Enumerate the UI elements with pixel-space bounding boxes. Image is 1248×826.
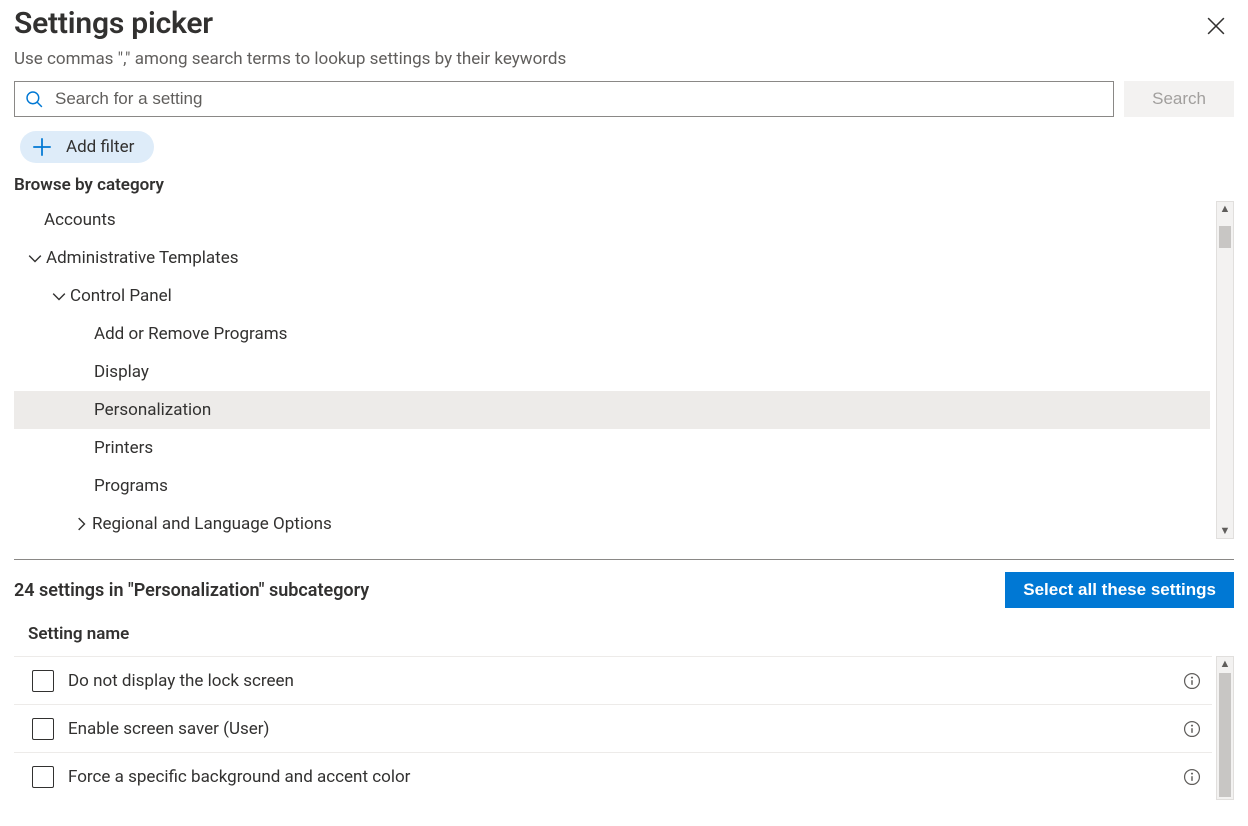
tree-scrollbar[interactable]: ▲ ▼ (1216, 201, 1234, 539)
close-button[interactable] (1198, 8, 1234, 44)
info-icon (1183, 720, 1201, 738)
info-icon (1183, 768, 1201, 786)
select-all-button[interactable]: Select all these settings (1005, 572, 1234, 608)
tree-item-label: Regional and Language Options (92, 514, 332, 534)
info-button[interactable] (1182, 671, 1202, 691)
search-input[interactable] (53, 88, 1103, 110)
setting-row[interactable]: Force a specific background and accent c… (14, 752, 1212, 800)
scroll-up-icon[interactable]: ▲ (1220, 657, 1231, 671)
tree-item-label: Administrative Templates (46, 248, 239, 268)
tree-item-label: Control Panel (70, 286, 172, 306)
info-button[interactable] (1182, 767, 1202, 787)
setting-name-label: Enable screen saver (User) (68, 719, 1182, 739)
tree-item-label: Add or Remove Programs (94, 324, 287, 344)
scroll-up-icon[interactable]: ▲ (1220, 202, 1231, 216)
tree-item-add-or-remove-programs[interactable]: Add or Remove Programs (14, 315, 1210, 353)
checkbox[interactable] (32, 670, 54, 692)
checkbox[interactable] (32, 718, 54, 740)
setting-row[interactable]: Enable screen saver (User) (14, 704, 1212, 752)
chevron-down-icon[interactable] (48, 289, 70, 303)
tree-item-accounts[interactable]: Accounts (14, 201, 1210, 239)
search-icon (25, 90, 43, 108)
setting-row[interactable]: Do not display the lock screen (14, 656, 1212, 704)
tree-item-administrative-templates[interactable]: Administrative Templates (14, 239, 1210, 277)
search-box[interactable] (14, 81, 1114, 117)
tree-item-regional-and-language-options[interactable]: Regional and Language Options (14, 505, 1210, 539)
tree-item-control-panel[interactable]: Control Panel (14, 277, 1210, 315)
close-icon (1207, 17, 1225, 35)
tree-item-display[interactable]: Display (14, 353, 1210, 391)
setting-name-label: Force a specific background and accent c… (68, 767, 1182, 787)
column-header-setting-name: Setting name (14, 616, 1234, 656)
chevron-right-icon[interactable] (70, 517, 92, 531)
chevron-down-icon[interactable] (24, 251, 46, 265)
scrollbar-thumb[interactable] (1219, 226, 1231, 248)
page-subtitle: Use commas "," among search terms to loo… (14, 49, 1198, 69)
browse-by-category-label: Browse by category (14, 175, 1234, 195)
plus-icon (32, 137, 52, 157)
tree-item-programs[interactable]: Programs (14, 467, 1210, 505)
divider (14, 559, 1234, 560)
add-filter-button[interactable]: Add filter (20, 131, 154, 163)
tree-item-label: Display (94, 362, 149, 382)
settings-scrollbar[interactable]: ▲ (1216, 656, 1234, 800)
tree-item-label: Personalization (94, 400, 211, 420)
scroll-down-icon[interactable]: ▼ (1220, 524, 1231, 538)
checkbox[interactable] (32, 766, 54, 788)
tree-item-label: Accounts (44, 210, 116, 230)
tree-item-printers[interactable]: Printers (14, 429, 1210, 467)
add-filter-label: Add filter (66, 137, 134, 157)
tree-item-label: Printers (94, 438, 153, 458)
setting-name-label: Do not display the lock screen (68, 671, 1182, 691)
tree-item-label: Programs (94, 476, 168, 496)
info-icon (1183, 672, 1201, 690)
info-button[interactable] (1182, 719, 1202, 739)
page-title: Settings picker (14, 4, 1198, 43)
search-button[interactable]: Search (1124, 81, 1234, 117)
results-count: 24 settings in "Personalization" subcate… (14, 580, 369, 601)
scrollbar-thumb[interactable] (1219, 673, 1231, 797)
tree-item-personalization[interactable]: Personalization (14, 391, 1210, 429)
